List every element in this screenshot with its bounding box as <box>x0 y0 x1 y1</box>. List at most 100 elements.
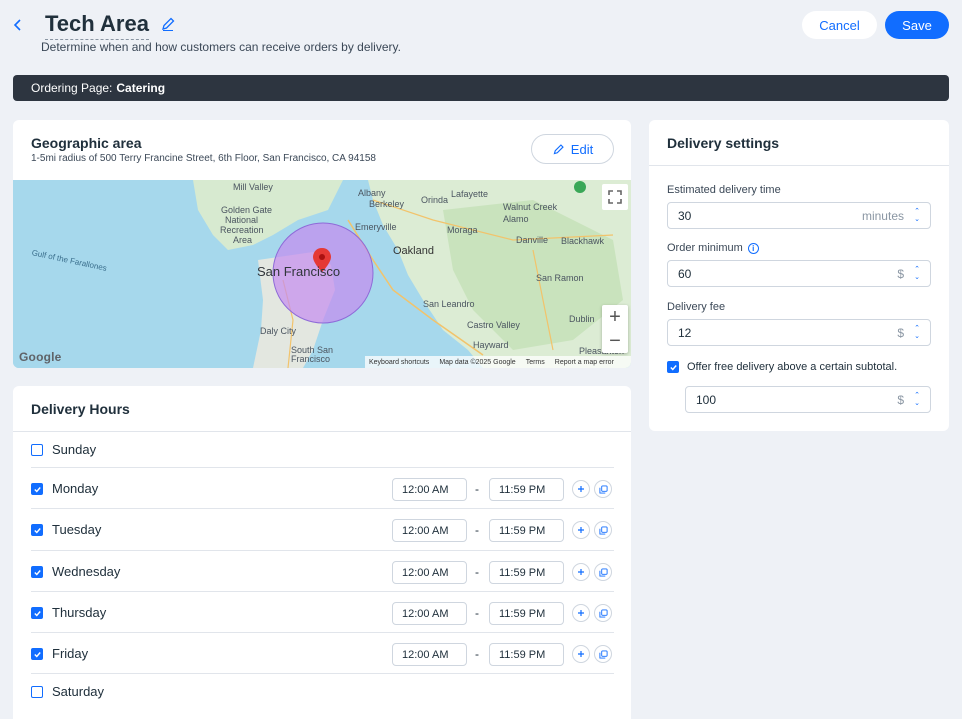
end-time-input[interactable]: 11:59 PM <box>489 561 564 584</box>
map-label: Daly City <box>260 326 297 336</box>
edit-area-button[interactable]: Edit <box>531 134 614 164</box>
order-min-value: 60 <box>678 267 692 281</box>
pencil-icon[interactable] <box>160 16 176 32</box>
map-label: Hayward <box>473 340 509 350</box>
zoom-controls: + − <box>602 305 628 353</box>
day-label: Monday <box>52 481 99 496</box>
copy-icon <box>598 567 608 577</box>
map-label: Berkeley <box>369 199 405 209</box>
plus-icon <box>578 486 584 492</box>
check-icon <box>33 610 41 617</box>
geo-address: 1-5mi radius of 500 Terry Francine Stree… <box>31 153 376 164</box>
day-checkbox[interactable] <box>31 444 43 456</box>
number-stepper[interactable]: ⌃ ⌄ <box>912 390 922 410</box>
end-time-input[interactable]: 11:59 PM <box>489 643 564 666</box>
free-delivery-row: Offer free delivery above a certain subt… <box>667 361 897 373</box>
copy-icon <box>598 484 608 494</box>
settings-title: Delivery settings <box>667 135 780 151</box>
day-label: Wednesday <box>52 564 121 579</box>
day-checkbox[interactable] <box>31 483 43 495</box>
delivery-hours-card: Delivery Hours Sunday Monday 12:00 AM -11:5… <box>13 386 631 719</box>
zoom-out-button[interactable]: − <box>602 329 628 353</box>
edit-label: Edit <box>570 141 594 157</box>
map-label: Oakland <box>393 245 434 257</box>
copy-icon <box>598 608 608 618</box>
plus-icon <box>578 569 584 575</box>
add-time-button[interactable] <box>572 521 590 539</box>
free-delivery-checkbox[interactable] <box>667 361 679 373</box>
map-label: Lafayette <box>451 189 489 199</box>
start-time-input[interactable]: 12:00 AM <box>392 478 467 501</box>
day-checkbox[interactable] <box>31 686 43 698</box>
time-separator: - <box>475 606 479 620</box>
start-time-input[interactable]: 12:00 AM <box>392 519 467 542</box>
map-label: Francisco <box>291 354 331 364</box>
currency-symbol: $ <box>897 267 904 281</box>
map-label: National <box>225 215 259 225</box>
copy-hours-button[interactable] <box>594 645 612 663</box>
est-time-label: Estimated delivery time <box>667 184 781 196</box>
end-time-input[interactable]: 11:59 PM <box>489 478 564 501</box>
copy-hours-button[interactable] <box>594 563 612 581</box>
map-footer: Keyboard shortcuts Map data ©2025 Google… <box>365 356 631 368</box>
add-time-button[interactable] <box>572 480 590 498</box>
add-time-button[interactable] <box>572 563 590 581</box>
day-row-tuesday: Tuesday 12:00 AM -11:59 PM <box>31 509 614 551</box>
copy-hours-button[interactable] <box>594 604 612 622</box>
free-delivery-label: Offer free delivery above a certain subt… <box>687 361 898 373</box>
map-label: Dublin <box>569 314 595 324</box>
day-checkbox[interactable] <box>31 524 43 536</box>
time-separator: - <box>475 482 479 496</box>
map-label: San Leandro <box>423 299 475 309</box>
copy-hours-button[interactable] <box>594 521 612 539</box>
banner-page-name: Catering <box>116 81 166 95</box>
free-delivery-input[interactable]: 100 $ ⌃ ⌄ <box>685 386 931 413</box>
delivery-settings-card: Delivery settings Estimated delivery tim… <box>649 120 949 431</box>
page-subtitle: Determine when and how customers can rec… <box>41 40 401 54</box>
zoom-in-button[interactable]: + <box>602 305 628 329</box>
pencil-icon <box>553 143 564 154</box>
map-label: Mill Valley <box>233 182 273 192</box>
info-icon[interactable]: i <box>747 242 759 254</box>
day-row-sunday: Sunday <box>31 432 614 468</box>
add-time-button[interactable] <box>572 645 590 663</box>
map-label: Orinda <box>421 195 449 205</box>
fullscreen-button[interactable] <box>602 184 628 210</box>
day-row-wednesday: Wednesday 12:00 AM -11:59 PM <box>31 551 614 592</box>
number-stepper[interactable]: ⌃ ⌄ <box>912 206 922 226</box>
keyboard-shortcuts-link[interactable]: Keyboard shortcuts <box>369 359 429 366</box>
map-label: Golden Gate <box>221 205 273 215</box>
back-button[interactable] <box>8 14 28 36</box>
day-label: Sunday <box>52 442 97 457</box>
day-checkbox[interactable] <box>31 648 43 660</box>
order-min-input[interactable]: 60 $ ⌃ ⌄ <box>667 260 931 287</box>
start-time-input[interactable]: 12:00 AM <box>392 643 467 666</box>
start-time-input[interactable]: 12:00 AM <box>392 602 467 625</box>
report-error-link[interactable]: Report a map error <box>555 359 614 366</box>
delivery-map[interactable]: San Francisco Mill Valley Golden Gate Na… <box>13 180 631 368</box>
day-checkbox[interactable] <box>31 566 43 578</box>
check-icon <box>33 569 41 576</box>
order-min-label: Order minimum <box>667 242 743 254</box>
copy-hours-button[interactable] <box>594 480 612 498</box>
number-stepper[interactable]: ⌃ ⌄ <box>912 264 922 284</box>
time-separator: - <box>475 647 479 661</box>
end-time-input[interactable]: 11:59 PM <box>489 602 564 625</box>
start-time-input[interactable]: 12:00 AM <box>392 561 467 584</box>
end-time-input[interactable]: 11:59 PM <box>489 519 564 542</box>
delivery-fee-input[interactable]: 12 $ ⌃ ⌄ <box>667 319 931 346</box>
add-time-button[interactable] <box>572 604 590 622</box>
est-time-input[interactable]: 30 minutes ⌃ ⌄ <box>667 202 931 229</box>
terms-link[interactable]: Terms <box>526 359 545 366</box>
number-stepper[interactable]: ⌃ ⌄ <box>912 323 922 343</box>
page-title[interactable]: Tech Area <box>45 11 149 40</box>
day-label: Saturday <box>52 684 105 699</box>
map-label: Area <box>233 235 253 245</box>
chevron-left-icon <box>13 19 21 31</box>
save-button[interactable]: Save <box>885 11 949 39</box>
day-checkbox[interactable] <box>31 607 43 619</box>
check-icon <box>33 527 41 534</box>
cancel-button[interactable]: Cancel <box>802 11 877 39</box>
day-row-monday: Monday 12:00 AM -11:59 PM <box>31 468 614 509</box>
map-label: Albany <box>358 188 386 198</box>
